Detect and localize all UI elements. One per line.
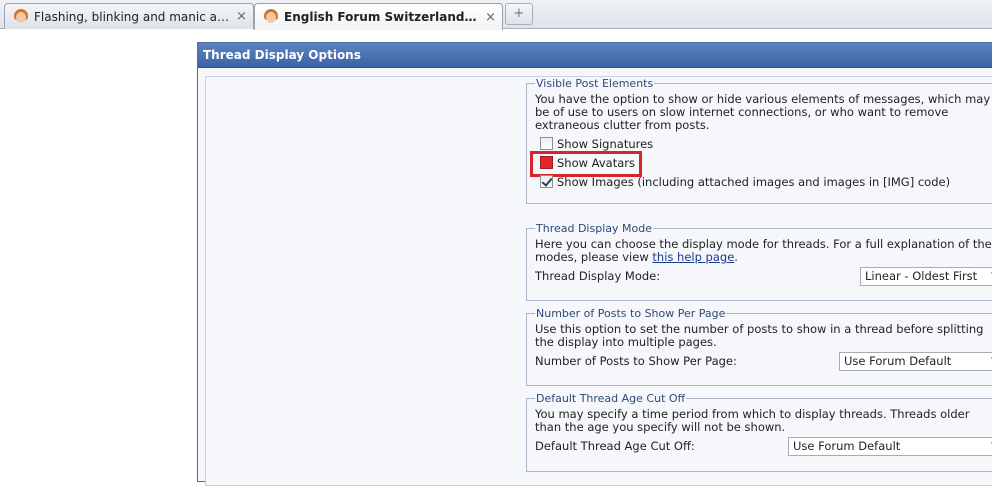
thread-display-options-panel: Thread Display Options Visible Post Elem… [197, 42, 992, 486]
thread-display-mode-group: Thread Display Mode Here you can choose … [526, 222, 992, 301]
age-cutoff-description: You may specify a time period from which… [535, 407, 970, 434]
posts-per-page-select[interactable]: Use Forum Default ▼ [839, 351, 992, 371]
checkbox-label: Show Images (including attached images a… [557, 174, 951, 189]
posts-per-page-group: Number of Posts to Show Per Page Use thi… [526, 307, 992, 386]
select-value: Use Forum Default [844, 354, 952, 368]
thread-age-cutoff-group: Default Thread Age Cut Off You may speci… [526, 392, 992, 472]
tab-title: Flashing, blinking and manic avatar... [34, 9, 230, 24]
visible-post-description: You have the option to show or hide vari… [535, 92, 991, 132]
show-signatures-checkbox[interactable] [540, 137, 553, 150]
visible-post-elements-group: Visible Post Elements You have the optio… [526, 77, 992, 204]
thread-mode-select[interactable]: Linear - Oldest First ▼ [860, 266, 992, 286]
select-value: Use Forum Default [793, 439, 901, 453]
show-images-checkbox[interactable] [540, 175, 553, 188]
show-avatars-checkbox[interactable] [540, 156, 553, 169]
checkbox-label: Show Signatures [557, 136, 654, 151]
tab-english-forum[interactable]: English Forum Switzerland - Edit ... × [254, 3, 503, 30]
posts-per-page-label: Number of Posts to Show Per Page: [535, 354, 737, 368]
age-cutoff-select[interactable]: Use Forum Default ▼ [788, 436, 992, 456]
help-page-link[interactable]: this help page [652, 250, 734, 264]
posts-per-page-description: Use this option to set the number of pos… [535, 322, 984, 349]
select-value: Linear - Oldest First [865, 269, 978, 283]
close-tab-icon[interactable]: × [236, 9, 247, 24]
browser-tab-bar: Flashing, blinking and manic avatar... ×… [0, 0, 992, 30]
favicon-avatar-icon [13, 8, 29, 25]
close-tab-icon[interactable]: × [485, 10, 496, 25]
group-legend: Thread Display Mode [536, 222, 652, 235]
panel-title: Thread Display Options [198, 43, 992, 68]
group-legend: Default Thread Age Cut Off [536, 392, 686, 405]
options-area: Visible Post Elements You have the optio… [205, 76, 992, 486]
description-text-end: . [734, 250, 738, 264]
description-text: Here you can choose the display mode for… [535, 237, 992, 264]
age-cutoff-label: Default Thread Age Cut Off: [535, 439, 695, 453]
group-legend: Number of Posts to Show Per Page [536, 307, 726, 320]
thread-mode-label: Thread Display Mode: [535, 269, 661, 283]
tab-title: English Forum Switzerland - Edit ... [284, 10, 479, 24]
favicon-avatar-icon [263, 9, 279, 25]
group-legend: Visible Post Elements [536, 77, 654, 90]
new-tab-button[interactable]: + [505, 3, 533, 25]
show-avatars-option[interactable]: Show Avatars [530, 151, 992, 177]
show-images-option[interactable]: Show Images (including attached images a… [535, 172, 992, 191]
tab-flashing-avatars[interactable]: Flashing, blinking and manic avatar... × [4, 3, 254, 29]
thread-mode-description: Here you can choose the display mode for… [535, 238, 992, 264]
